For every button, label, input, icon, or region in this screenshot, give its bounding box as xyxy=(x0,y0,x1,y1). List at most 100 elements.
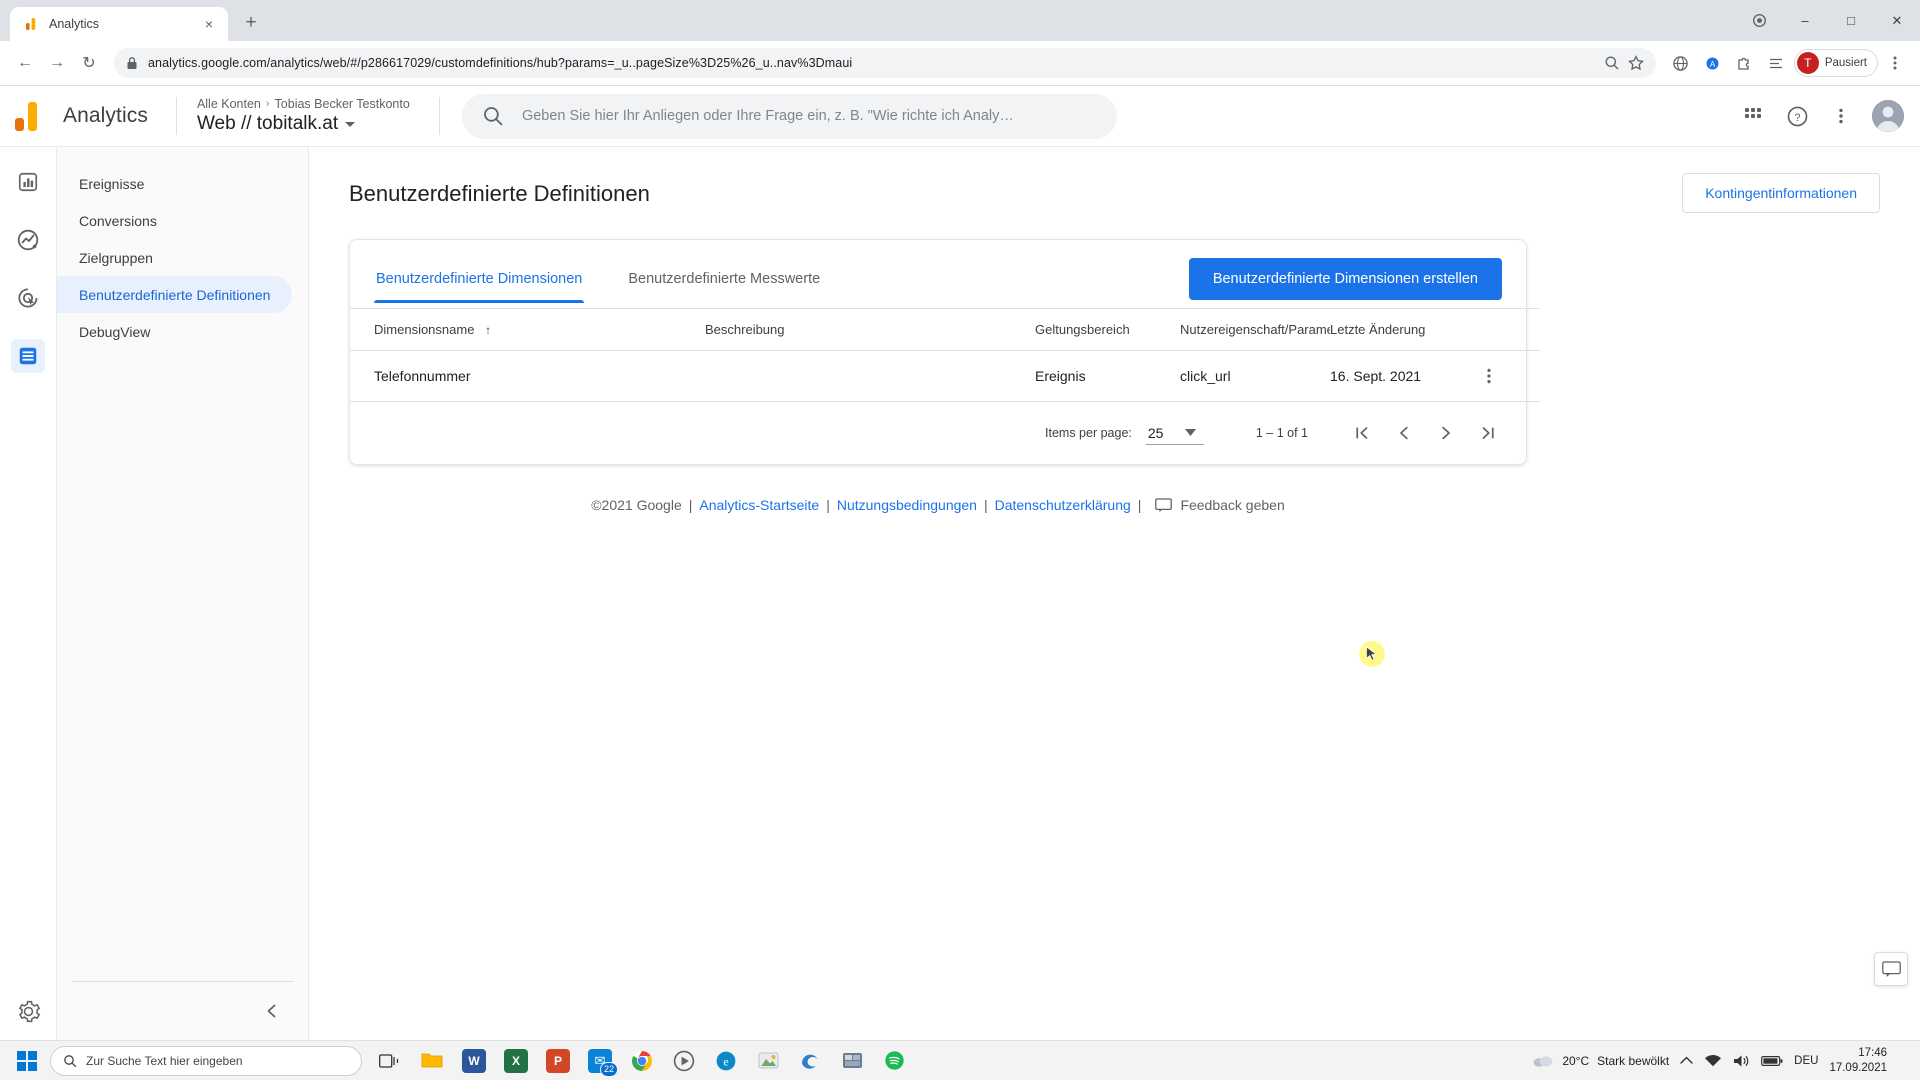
column-header-nutzereigenschaft-parameter[interactable]: Nutzereigenschaft/Parameter xyxy=(1180,308,1330,351)
chrome-browser-window: Analytics × + – □ ✕ ← → ↻ analytics.goog… xyxy=(0,0,1920,1080)
column-header-letzte-aenderung[interactable]: Letzte Änderung xyxy=(1330,308,1480,351)
tab-benutzerdefinierte-messwerte[interactable]: Benutzerdefinierte Messwerte xyxy=(626,263,822,303)
sidebar-item-benutzerdefinierte-definitionen[interactable]: Benutzerdefinierte Definitionen xyxy=(57,276,292,313)
column-header-dimensionsname[interactable]: Dimensionsname ↑ xyxy=(350,308,705,351)
weather-widget[interactable]: 20°C Stark bewölkt xyxy=(1532,1053,1669,1068)
pagination-bar: Items per page: 25 1 – 1 of 1 xyxy=(350,402,1526,464)
account-avatar[interactable] xyxy=(1872,100,1904,132)
icon-rail xyxy=(0,147,57,1040)
property-selector[interactable]: Alle Konten › Tobias Becker Testkonto We… xyxy=(197,97,417,135)
sidebar-item-ereignisse[interactable]: Ereignisse xyxy=(57,165,292,202)
items-per-page-select[interactable]: 25 xyxy=(1145,422,1204,445)
sidebar-item-conversions[interactable]: Conversions xyxy=(57,202,292,239)
show-hidden-icons-chevron[interactable] xyxy=(1680,1056,1693,1065)
taskbar-app-edge-legacy[interactable]: e xyxy=(706,1041,746,1080)
taskbar-app-powerpoint[interactable]: P xyxy=(538,1041,578,1080)
main-content: Benutzerdefinierte Definitionen Kontinge… xyxy=(309,147,1920,1040)
clock[interactable]: 17:46 17.09.2021 xyxy=(1829,1046,1887,1075)
minimize-button[interactable]: – xyxy=(1782,0,1828,41)
breadcrumb-property[interactable]: Tobias Becker Testkonto xyxy=(275,97,410,111)
prev-page-icon[interactable] xyxy=(1390,419,1418,447)
sort-ascending-icon: ↑ xyxy=(485,323,492,337)
advertising-icon[interactable] xyxy=(11,281,45,315)
maximize-button[interactable]: □ xyxy=(1828,0,1874,41)
mouse-cursor xyxy=(1359,641,1385,667)
breadcrumb-account[interactable]: Alle Konten xyxy=(197,97,261,111)
footer-link-terms[interactable]: Nutzungsbedingungen xyxy=(837,497,977,513)
reading-list-icon[interactable] xyxy=(1762,48,1792,78)
tab-benutzerdefinierte-dimensionen[interactable]: Benutzerdefinierte Dimensionen xyxy=(374,263,585,303)
start-icon[interactable] xyxy=(6,1041,48,1080)
table-row[interactable]: Telefonnummer Ereignis click_url 16. Sep… xyxy=(350,350,1540,402)
battery-icon[interactable] xyxy=(1761,1055,1783,1067)
cell-parameter: click_url xyxy=(1180,350,1330,402)
footer-link-privacy[interactable]: Datenschutzerklärung xyxy=(995,497,1131,513)
quota-information-button[interactable]: Kontingentinformationen xyxy=(1682,173,1880,213)
help-circle-icon[interactable]: ? xyxy=(1784,103,1810,129)
taskbar-app-word[interactable]: W xyxy=(454,1041,494,1080)
back-icon[interactable]: ← xyxy=(10,48,40,78)
kebab-menu-icon[interactable] xyxy=(1480,367,1540,385)
explore-icon[interactable] xyxy=(11,223,45,257)
chevron-left-icon[interactable] xyxy=(258,997,286,1025)
extension-puzzle-icon[interactable]: A xyxy=(1698,48,1728,78)
bookmark-star-icon[interactable] xyxy=(1627,55,1644,71)
breadcrumb-separator: › xyxy=(265,98,270,110)
browser-toolbar: ← → ↻ analytics.google.com/analytics/web… xyxy=(0,41,1920,86)
new-tab-button[interactable]: + xyxy=(234,6,268,40)
apps-grid-icon[interactable] xyxy=(1740,103,1766,129)
column-header-geltungsbereich[interactable]: Geltungsbereich xyxy=(1035,308,1180,351)
taskbar-app-file-explorer[interactable] xyxy=(412,1041,452,1080)
browser-tab-analytics[interactable]: Analytics × xyxy=(10,7,228,41)
taskbar-app-photos[interactable] xyxy=(748,1041,788,1080)
breadcrumb[interactable]: Alle Konten › Tobias Becker Testkonto xyxy=(197,97,417,111)
taskbar-app-edge[interactable] xyxy=(790,1041,830,1080)
gear-icon[interactable] xyxy=(11,1000,45,1040)
wifi-icon[interactable] xyxy=(1704,1054,1722,1068)
analytics-logo[interactable] xyxy=(0,101,57,131)
taskbar-app-mail[interactable]: ✉ 22 xyxy=(580,1041,620,1080)
feedback-float-button[interactable] xyxy=(1874,952,1908,986)
configure-icon[interactable] xyxy=(11,339,45,373)
speaker-icon[interactable] xyxy=(1733,1054,1750,1068)
chevron-down-icon[interactable] xyxy=(345,121,356,127)
page-title: Benutzerdefinierte Definitionen xyxy=(349,181,650,206)
pagination-range: 1 – 1 of 1 xyxy=(1255,426,1308,440)
taskbar-app-media-player[interactable] xyxy=(664,1041,704,1080)
taskbar-app-excel[interactable]: X xyxy=(496,1041,536,1080)
next-page-icon[interactable] xyxy=(1432,419,1460,447)
close-window-button[interactable]: ✕ xyxy=(1874,0,1920,41)
header-actions: ? xyxy=(1716,100,1904,132)
column-header-beschreibung[interactable]: Beschreibung xyxy=(705,308,1035,351)
items-per-page-label: Items per page: xyxy=(1045,426,1132,440)
taskbar-app-spotify[interactable] xyxy=(874,1041,914,1080)
taskbar-app-chrome[interactable] xyxy=(622,1041,662,1080)
sidebar-item-zielgruppen[interactable]: Zielgruppen xyxy=(57,239,292,276)
forward-icon[interactable]: → xyxy=(42,48,72,78)
zoom-search-icon[interactable] xyxy=(1604,55,1620,71)
analytics-bars-icon xyxy=(24,16,40,32)
last-page-icon[interactable] xyxy=(1474,419,1502,447)
address-bar[interactable]: analytics.google.com/analytics/web/#/p28… xyxy=(114,48,1656,78)
show-desktop-button[interactable] xyxy=(1898,1041,1906,1080)
translate-icon[interactable] xyxy=(1666,48,1696,78)
create-custom-dimension-button[interactable]: Benutzerdefinierte Dimensionen erstellen xyxy=(1188,258,1502,300)
feedback-link[interactable]: Feedback geben xyxy=(1155,497,1285,513)
ga-search-input[interactable]: Geben Sie hier Ihr Anliegen oder Ihre Fr… xyxy=(461,93,1117,139)
reload-icon[interactable]: ↻ xyxy=(74,48,104,78)
analytics-header: Analytics Alle Konten › Tobias Becker Te… xyxy=(0,86,1920,147)
more-vert-icon[interactable] xyxy=(1828,103,1854,129)
task-view-icon[interactable] xyxy=(370,1041,410,1080)
close-icon[interactable]: × xyxy=(200,15,218,33)
first-page-icon[interactable] xyxy=(1348,419,1376,447)
cell-dimension-name[interactable]: Telefonnummer xyxy=(350,350,705,402)
profile-chip[interactable]: T Pausiert xyxy=(1793,49,1878,77)
sidebar-item-debugview[interactable]: DebugView xyxy=(57,313,292,350)
taskbar-search-input[interactable]: Zur Suche Text hier eingeben xyxy=(50,1045,362,1076)
reports-icon[interactable] xyxy=(11,165,45,199)
language-indicator[interactable]: DEU xyxy=(1794,1055,1818,1067)
footer-link-analytics-home[interactable]: Analytics-Startseite xyxy=(699,497,819,513)
puzzle-icon[interactable] xyxy=(1730,48,1760,78)
chrome-menu-icon[interactable] xyxy=(1880,48,1910,78)
taskbar-app-gallery[interactable] xyxy=(832,1041,872,1080)
